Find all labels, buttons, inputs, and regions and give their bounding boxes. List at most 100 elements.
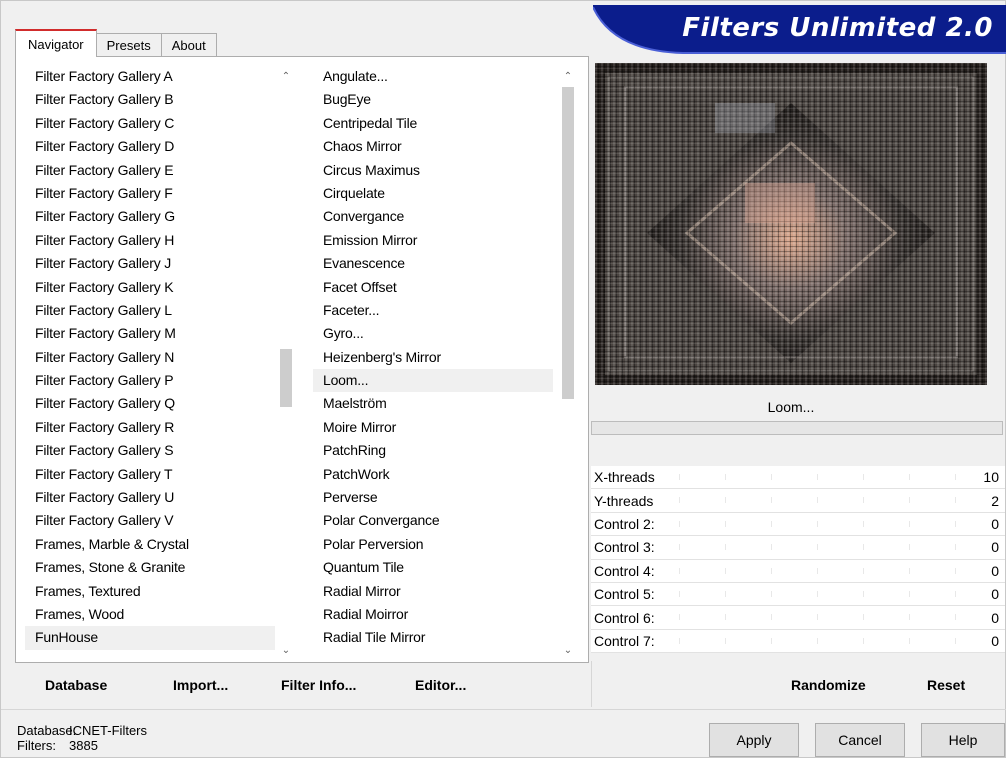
editor-button[interactable]: Editor... xyxy=(415,677,466,693)
slider-tick xyxy=(817,544,818,551)
filter-controls: X-threads 10 Y-threads 2 Control 2: 0 Control … xyxy=(591,466,1005,654)
slider-tick xyxy=(955,544,956,551)
filter-list-item[interactable]: Polar Convergance xyxy=(313,509,553,532)
category-list-item[interactable]: Filter Factory Gallery M xyxy=(25,322,275,345)
filter-list-item[interactable]: Chaos Mirror xyxy=(313,135,553,158)
control-slider-row[interactable]: Control 5: 0 xyxy=(591,582,1005,607)
control-value: 0 xyxy=(991,586,999,603)
control-slider-row[interactable]: Control 4: 0 xyxy=(591,559,1005,583)
filter-list-item[interactable]: Polar Perversion xyxy=(313,533,553,556)
control-value: 0 xyxy=(991,562,999,579)
slider-tick xyxy=(955,497,956,504)
category-list-item[interactable]: Filter Factory Gallery U xyxy=(25,486,275,509)
scroll-thumb[interactable] xyxy=(562,87,574,399)
filter-list-item[interactable]: Heizenberg's Mirror xyxy=(313,346,553,369)
filter-list-item[interactable]: Emission Mirror xyxy=(313,229,553,252)
scroll-down-icon[interactable]: ⌄ xyxy=(277,641,295,659)
category-list-item[interactable]: Frames, Wood xyxy=(25,603,275,626)
filter-list-item[interactable]: Circus Maximus xyxy=(313,159,553,182)
control-value: 0 xyxy=(991,515,999,532)
filter-list-item[interactable]: Convergance xyxy=(313,205,553,228)
category-list-item[interactable]: Filter Factory Gallery S xyxy=(25,439,275,462)
tab-about[interactable]: About xyxy=(160,33,217,57)
category-list-item[interactable]: FunHouse xyxy=(25,626,275,650)
control-value: 2 xyxy=(991,492,999,509)
control-slider-row[interactable]: Y-threads 2 xyxy=(591,489,1005,513)
control-slider-row[interactable]: Control 3: 0 xyxy=(591,536,1005,560)
filter-scrollbar[interactable]: ⌃ ⌄ xyxy=(559,63,577,659)
filter-list-item[interactable]: PatchWork xyxy=(313,463,553,486)
filter-list-item[interactable]: Maelström xyxy=(313,392,553,415)
category-list-item[interactable]: Frames, Marble & Crystal xyxy=(25,533,275,556)
filter-list-item[interactable]: BugEye xyxy=(313,88,553,111)
apply-button[interactable]: Apply xyxy=(709,723,799,757)
category-list-item[interactable]: Frames, Textured xyxy=(25,580,275,603)
help-button[interactable]: Help xyxy=(921,723,1005,757)
slider-tick xyxy=(771,614,772,621)
randomize-button[interactable]: Randomize xyxy=(791,677,866,693)
slider-tick xyxy=(817,497,818,504)
category-list-item[interactable]: Filter Factory Gallery P xyxy=(25,369,275,392)
category-list-item[interactable]: Filter Factory Gallery K xyxy=(25,276,275,299)
category-list-item[interactable]: Filter Factory Gallery B xyxy=(25,88,275,111)
category-list[interactable]: Filter Factory Gallery A Filter Factory G… xyxy=(25,65,275,655)
filter-list-item[interactable]: Radial Tile Mirror xyxy=(313,626,553,649)
category-list-item[interactable]: Frames, Stone & Granite xyxy=(25,556,275,579)
import-button[interactable]: Import... xyxy=(173,677,228,693)
slider-tick xyxy=(679,637,680,644)
category-list-item[interactable]: Filter Factory Gallery T xyxy=(25,463,275,486)
preview-image[interactable] xyxy=(595,63,987,385)
database-label: Database: xyxy=(17,723,77,738)
filter-list-item[interactable]: Cirquelate xyxy=(313,182,553,205)
scroll-thumb[interactable] xyxy=(280,349,292,407)
filter-list-item[interactable]: Centripedal Tile xyxy=(313,112,553,135)
filter-list-item[interactable]: Quantum Tile xyxy=(313,556,553,579)
filter-list-item[interactable]: Gyro... xyxy=(313,322,553,345)
filter-list-item[interactable]: Faceter... xyxy=(313,299,553,322)
category-list-item[interactable]: Filter Factory Gallery N xyxy=(25,346,275,369)
category-list-item[interactable]: Filter Factory Gallery F xyxy=(25,182,275,205)
control-slider-row[interactable]: X-threads 10 xyxy=(591,466,1005,490)
filter-list-item[interactable]: Facet Offset xyxy=(313,276,553,299)
cancel-button[interactable]: Cancel xyxy=(815,723,905,757)
slider-tick xyxy=(955,614,956,621)
scroll-up-icon[interactable]: ⌃ xyxy=(559,67,577,85)
category-list-item[interactable]: Filter Factory Gallery D xyxy=(25,135,275,158)
category-list-item[interactable]: Filter Factory Gallery L xyxy=(25,299,275,322)
slider-tick xyxy=(909,637,910,644)
preview-art xyxy=(595,63,987,385)
tab-navigator[interactable]: Navigator xyxy=(15,29,97,57)
category-list-item[interactable]: Filter Factory Gallery C xyxy=(25,112,275,135)
scroll-up-icon[interactable]: ⌃ xyxy=(277,67,295,85)
tab-presets[interactable]: Presets xyxy=(95,33,162,57)
scroll-down-icon[interactable]: ⌄ xyxy=(559,641,577,659)
category-list-item[interactable]: Filter Factory Gallery V xyxy=(25,509,275,532)
category-list-item[interactable]: Filter Factory Gallery G xyxy=(25,205,275,228)
slider-tick xyxy=(863,520,864,527)
control-slider-row[interactable]: Control 7: 0 xyxy=(591,629,1005,654)
database-button[interactable]: Database xyxy=(45,677,107,693)
filter-info-button[interactable]: Filter Info... xyxy=(281,677,356,693)
category-scrollbar[interactable]: ⌃ ⌄ xyxy=(277,63,295,659)
filter-list[interactable]: Angulate... BugEye Centripedal Tile Chaos M… xyxy=(313,65,553,655)
filter-list-item[interactable]: Loom... xyxy=(313,369,553,393)
control-label: X-threads xyxy=(594,469,655,486)
reset-button[interactable]: Reset xyxy=(927,677,965,693)
filter-list-item[interactable]: Moire Mirror xyxy=(313,416,553,439)
filter-list-item[interactable]: Evanescence xyxy=(313,252,553,275)
filter-list-item[interactable]: Perverse xyxy=(313,486,553,509)
filter-list-item[interactable]: Angulate... xyxy=(313,65,553,88)
category-list-item[interactable]: Filter Factory Gallery A xyxy=(25,65,275,88)
category-list-item[interactable]: Filter Factory Gallery J xyxy=(25,252,275,275)
filter-list-item[interactable]: PatchRing xyxy=(313,439,553,462)
filter-list-item[interactable]: Radial Mirror xyxy=(313,580,553,603)
control-slider-row[interactable]: Control 2: 0 xyxy=(591,512,1005,537)
slider-tick xyxy=(679,590,680,597)
control-slider-row[interactable]: Control 6: 0 xyxy=(591,606,1005,630)
category-list-item[interactable]: Filter Factory Gallery H xyxy=(25,229,275,252)
filter-list-item[interactable]: Radial Moirror xyxy=(313,603,553,626)
slider-tick xyxy=(679,520,680,527)
category-list-item[interactable]: Filter Factory Gallery Q xyxy=(25,392,275,415)
category-list-item[interactable]: Filter Factory Gallery E xyxy=(25,159,275,182)
category-list-item[interactable]: Filter Factory Gallery R xyxy=(25,416,275,439)
